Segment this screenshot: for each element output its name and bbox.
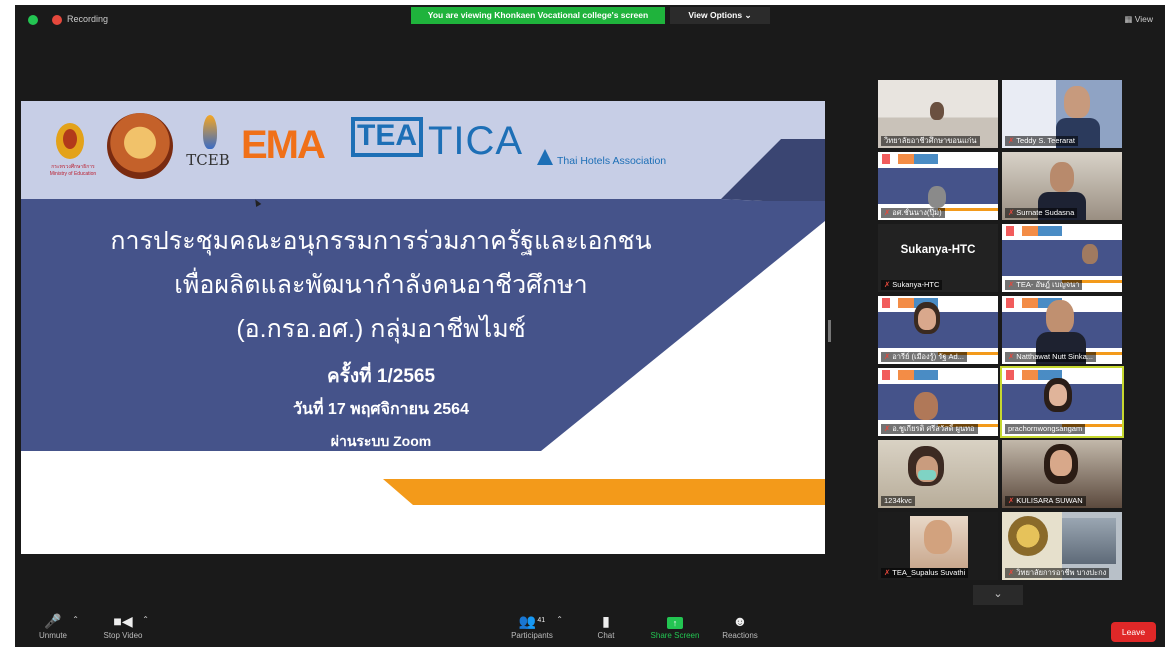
video-tile[interactable]: ✗ Teddy S. Teerarat xyxy=(1002,80,1122,148)
muted-mic-icon: ✗ xyxy=(884,352,891,361)
video-tile-active-speaker[interactable]: prachornwongsangam xyxy=(1000,366,1124,438)
chevron-up-icon[interactable]: ⌃ xyxy=(72,615,79,624)
video-tile[interactable]: ✗ Surnate Sudasna xyxy=(1002,152,1122,220)
chevron-up-icon[interactable]: ⌃ xyxy=(142,615,149,624)
participant-name: ✗ อศ.ชั้นนาง(ปุ๊ม) xyxy=(881,208,945,218)
slide-meeting-platform: ผ่านระบบ Zoom xyxy=(330,433,432,449)
participant-name: ✗ TEA_Supalus Suvathi xyxy=(881,568,969,578)
participant-name: 1234kvc xyxy=(881,496,915,506)
leave-button[interactable]: Leave xyxy=(1111,622,1156,642)
tha-logo-text: Thai Hotels Association xyxy=(557,155,667,167)
unmute-label: Unmute xyxy=(38,631,67,640)
participant-name: ✗ TEA- อัษฎ์ เบญจนา xyxy=(1005,280,1083,290)
slide-meeting-number: ครั้งที่ 1/2565 xyxy=(326,366,436,387)
shared-screen: กระทรวงศึกษาธิการ Ministry of Education … xyxy=(21,101,825,554)
recording-label: Recording xyxy=(67,14,109,24)
video-tile[interactable]: ✗ อารีย์ (เมืองรู้) รัฐ Ad... xyxy=(878,296,998,364)
participant-name: ✗ Surnate Sudasna xyxy=(1005,208,1078,218)
participant-name: ✗ อารีย์ (เมืองรู้) รัฐ Ad... xyxy=(881,352,967,362)
muted-mic-icon: ✗ xyxy=(1008,208,1015,217)
moe-logo-text: กระทรวงศึกษาธิการ Ministry of Education xyxy=(49,164,97,177)
tha-logo: Thai Hotels Association xyxy=(537,149,687,175)
muted-mic-icon: ✗ xyxy=(884,280,891,289)
meeting-window: Recording You are viewing Khonkaen Vocat… xyxy=(15,5,1165,647)
ema-logo: EMA xyxy=(241,123,326,167)
participant-name: วิทยาลัยอาชีวศึกษาขอนแก่น xyxy=(881,136,980,146)
participant-name: ✗ อ.ชูเกียรติ ศรีสวัสดิ์ ผูนทอ xyxy=(881,424,978,434)
muted-mic-icon: ✗ xyxy=(884,208,891,217)
meeting-toolbar: 🎤 ⌃ Unmute ■◀ ⌃ Stop Video 👥41 ⌃ Partici… xyxy=(15,611,1165,647)
slide-meeting-date: วันที่ 17 พฤศจิกายน 2564 xyxy=(293,401,469,418)
participants-icon: 👥41 xyxy=(518,613,546,629)
slide-title-line-1: การประชุมคณะอนุกรรมการร่วมภาครัฐและเอกชน xyxy=(110,227,652,255)
video-tile[interactable]: ✗ Natthawat Nutt Sinka... xyxy=(1002,296,1122,364)
participant-name: ✗ วิทยาลัยการอาชีพ บางปะกง xyxy=(1005,568,1110,578)
participant-name: ✗ Natthawat Nutt Sinka... xyxy=(1005,352,1096,362)
view-toggle-button[interactable]: ▦ View xyxy=(1124,14,1153,25)
tceb-flame-icon xyxy=(203,115,217,149)
panel-splitter-handle[interactable] xyxy=(828,320,831,342)
recording-icon xyxy=(52,15,62,25)
tceb-logo: TCEB xyxy=(179,115,237,181)
video-tile[interactable]: ✗ TEA_Supalus Suvathi xyxy=(878,512,998,580)
video-tile[interactable]: ✗ TEA- อัษฎ์ เบญจนา xyxy=(1002,224,1122,292)
participant-name: ✗ Teddy S. Teerarat xyxy=(1005,136,1078,146)
chat-button[interactable]: ▮ Chat xyxy=(578,611,634,647)
logo-row: กระทรวงศึกษาธิการ Ministry of Education … xyxy=(21,101,721,191)
video-tile[interactable]: ✗ อศ.ชั้นนาง(ปุ๊ม) xyxy=(878,152,998,220)
view-options-button[interactable]: View Options ⌄ xyxy=(670,7,770,24)
chat-label: Chat xyxy=(597,631,615,640)
reactions-button[interactable]: ☻ Reactions xyxy=(712,611,768,647)
participant-name: ✗ KULISARA SUWAN xyxy=(1005,496,1086,506)
muted-mic-icon: ✗ xyxy=(1008,136,1015,145)
participant-name: ✗ Sukanya-HTC xyxy=(881,280,943,290)
video-tile[interactable]: Sukanya-HTC ✗ Sukanya-HTC xyxy=(878,224,998,292)
accent-bar xyxy=(381,479,825,505)
muted-mic-icon: ✗ xyxy=(1008,568,1015,577)
participants-count: 41 xyxy=(537,617,546,624)
video-tile[interactable]: 1234kvc xyxy=(878,440,998,508)
share-screen-icon: ↑ xyxy=(667,617,683,629)
participant-display-name: Sukanya-HTC xyxy=(900,244,976,256)
tica-logo: TICA xyxy=(428,119,524,163)
muted-mic-icon: ✗ xyxy=(884,424,891,433)
stop-video-label: Stop Video xyxy=(103,631,143,640)
muted-mic-icon: ✗ xyxy=(884,568,891,577)
share-screen-button[interactable]: ↑ Share Screen xyxy=(643,611,707,647)
participant-name: prachornwongsangam xyxy=(1005,424,1086,434)
tceb-logo-text: TCEB xyxy=(186,151,230,169)
chat-bubble-icon: ▮ xyxy=(602,613,610,629)
video-tile[interactable]: ✗ วิทยาลัยการอาชีพ บางปะกง xyxy=(1002,512,1122,580)
muted-mic-icon: ✗ xyxy=(1008,352,1015,361)
chevron-up-icon[interactable]: ⌃ xyxy=(556,615,563,624)
unmute-button[interactable]: 🎤 ⌃ Unmute xyxy=(25,611,81,647)
share-banner: You are viewing Khonkaen Vocational coll… xyxy=(411,7,665,24)
video-tile[interactable]: ✗ KULISARA SUWAN xyxy=(1002,440,1122,508)
smiley-icon: ☻ xyxy=(732,613,748,629)
slide-title-line-2: เพื่อผลิตและพัฒนากำลังคนอาชีวศึกษา xyxy=(174,271,588,299)
participants-button[interactable]: 👥41 ⌃ Participants xyxy=(499,611,565,647)
participants-label: Participants xyxy=(511,631,553,640)
ovec-seal-icon xyxy=(107,113,173,179)
muted-mic-icon: ✗ xyxy=(1008,496,1015,505)
gallery-scroll-down-button[interactable]: ⌄ xyxy=(973,585,1023,605)
moe-emblem-icon xyxy=(56,123,84,159)
reactions-label: Reactions xyxy=(722,631,758,640)
stop-video-button[interactable]: ■◀ ⌃ Stop Video xyxy=(95,611,151,647)
tea-logo: TEA xyxy=(351,117,423,157)
tha-mark-icon xyxy=(537,149,553,165)
slide-title-line-3: (อ.กรอ.อศ.) กลุ่มอาชีพไมซ์ xyxy=(236,315,526,343)
share-screen-label: Share Screen xyxy=(650,631,700,640)
video-tile[interactable]: ✗ อ.ชูเกียรติ ศรีสวัสดิ์ ผูนทอ xyxy=(878,368,998,436)
moe-logo: กระทรวงศึกษาธิการ Ministry of Education xyxy=(41,115,99,179)
security-shield-icon[interactable] xyxy=(28,15,38,25)
muted-mic-icon: ✗ xyxy=(1008,280,1015,289)
video-tile[interactable]: วิทยาลัยอาชีวศึกษาขอนแก่น xyxy=(878,80,998,148)
